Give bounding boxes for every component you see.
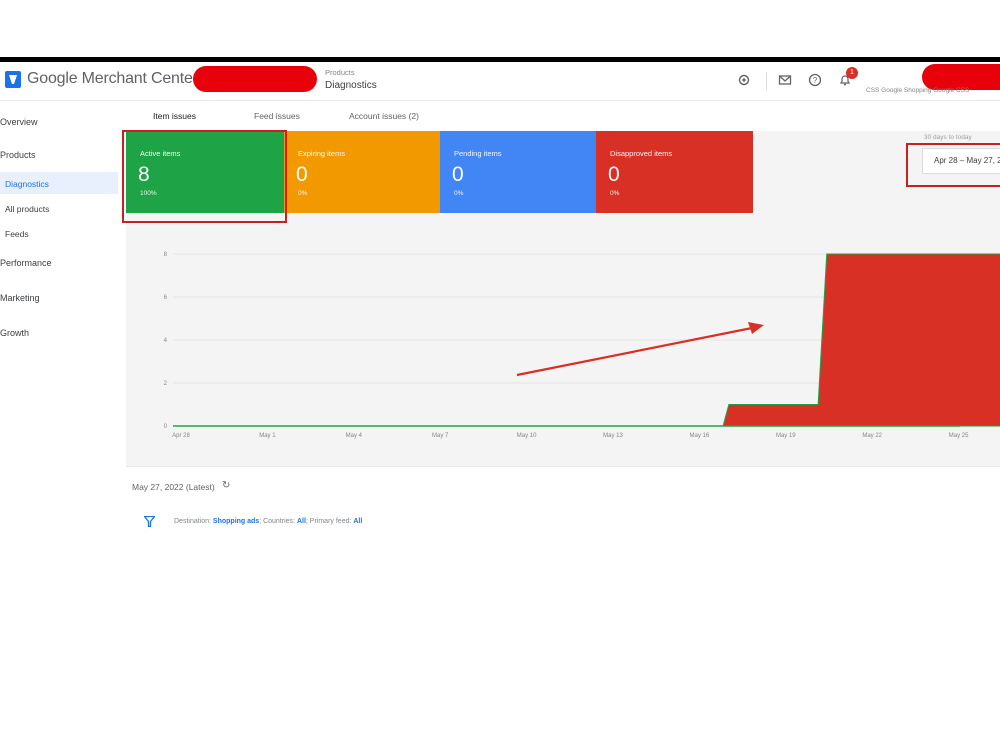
filter-countries-label: ; Countries: [259,518,295,525]
x-tick-label: May 4 [346,433,363,439]
filter-feed-value: All [353,518,363,525]
latest-date-label: May 27, 2022 (Latest) [132,482,215,492]
y-tick-label: 0 [164,424,168,430]
x-tick-label: Apr 28 [172,433,190,439]
x-tick-label: May 1 [259,433,276,439]
annotation-arrow-head [748,322,764,334]
filter-countries-value: All [296,518,306,525]
x-tick-label: May 19 [776,433,796,439]
y-tick-label: 2 [164,381,168,387]
filter-destination-value: Shopping ads [212,518,260,525]
filter-destination-label: Destination: [174,518,211,525]
x-tick-label: May 16 [690,433,710,439]
annotation-arrow [516,326,753,377]
filter-icon[interactable] [144,516,155,527]
item-issues-chart: 0 2 4 6 8 Apr 28 May 1 May 4 May 7 May 10 May 13 Ma… [164,252,1000,439]
x-tick-label: May 7 [432,433,449,439]
x-tick-label: May 10 [517,433,537,439]
y-tick-label: 4 [164,338,168,344]
x-tick-label: May 13 [603,433,623,439]
filter-feed-label: ; Primary feed: [305,518,352,525]
y-tick-label: 6 [164,295,168,301]
filter-summary[interactable]: Destination: Shopping ads; Countries: Al… [174,518,362,525]
x-tick-label: May 25 [949,433,969,439]
y-tick-label: 8 [164,252,168,258]
refresh-icon[interactable]: ↻ [222,480,230,491]
panel-footer [126,466,1000,537]
x-tick-label: May 22 [862,433,882,439]
